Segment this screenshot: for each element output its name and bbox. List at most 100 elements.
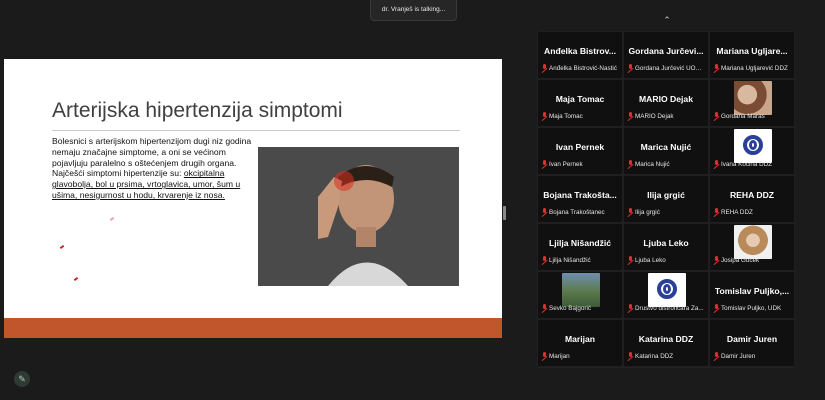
participant-footer: Mariana Ugljarević DDZ xyxy=(713,63,792,73)
participant-label: Gordana Jurčević UOSI... xyxy=(635,64,706,72)
participant-display-name: Ljilja Nišandžić xyxy=(548,238,612,248)
mic-muted-icon xyxy=(627,256,633,264)
participant-footer: Ljilja Nišandžić xyxy=(541,255,620,265)
participant-tile[interactable]: Marijan Marijan xyxy=(537,319,623,367)
participant-label: Ševko Bajgorić xyxy=(549,304,591,312)
participant-avatar xyxy=(734,81,772,115)
participant-tile[interactable]: Damir Juren Damir Juren xyxy=(709,319,795,367)
participant-display-name: Ivan Pernek xyxy=(555,142,605,152)
shared-slide: Arterijska hipertenzija simptomi Bolesni… xyxy=(4,59,502,338)
participant-avatar xyxy=(734,129,772,163)
annotate-button[interactable]: ✎ xyxy=(14,371,30,387)
mic-muted-icon xyxy=(541,208,547,216)
mic-muted-icon xyxy=(541,352,547,360)
participant-footer: Gordana Jurčević UOSI... xyxy=(627,63,706,73)
participant-label: Maja Tomac xyxy=(549,112,583,120)
participant-label: Ivan Pernek xyxy=(549,160,583,168)
participant-tile[interactable]: Anđelka Bistrov... Anđelka Bistrović-Nast… xyxy=(537,31,623,79)
participant-display-name: Ljuba Leko xyxy=(643,238,689,248)
mic-muted-icon xyxy=(713,208,719,216)
participant-tile[interactable]: MARIO Dejak MARIO Dejak xyxy=(623,79,709,127)
mic-muted-icon xyxy=(627,160,633,168)
participant-footer: Ivan Pernek xyxy=(541,159,620,169)
participant-label: Anđelka Bistrović-Nastić xyxy=(549,64,617,72)
participant-footer: Marijan xyxy=(541,351,620,361)
participant-footer: Ljuba Leko xyxy=(627,255,706,265)
participant-label: Josipa Guček xyxy=(721,256,760,264)
participant-tile[interactable]: Josipa Guček xyxy=(709,223,795,271)
participant-tile[interactable]: REHA DDZ REHA DDZ xyxy=(709,175,795,223)
participant-footer: Marica Nujić xyxy=(627,159,706,169)
mic-muted-icon xyxy=(627,64,633,72)
mic-muted-icon xyxy=(713,112,719,120)
collapse-gallery-button[interactable]: ⌃ xyxy=(661,14,673,26)
participant-tile[interactable]: Ševko Bajgorić xyxy=(537,271,623,319)
slide-body: Bolesnici s arterijskom hipertenzijom du… xyxy=(52,136,257,201)
split-resize-handle[interactable] xyxy=(503,206,506,220)
participant-label: Marica Nujić xyxy=(635,160,670,168)
participant-tile[interactable]: Gordana Maras xyxy=(709,79,795,127)
participant-label: REHA DDZ xyxy=(721,208,753,216)
participant-footer: Ivana Kočina DDZ xyxy=(713,159,792,169)
participant-display-name: Bojana Trakošta... xyxy=(543,190,617,200)
participant-tile[interactable]: Ivana Kočina DDZ xyxy=(709,127,795,175)
mic-muted-icon xyxy=(627,304,633,312)
participant-display-name: Ilija grgić xyxy=(647,190,685,200)
participant-footer: Katarina DDZ xyxy=(627,351,706,361)
title-divider xyxy=(52,130,460,131)
participant-tile[interactable]: Tomislav Puljko,... Tomislav Puljko, UDK xyxy=(709,271,795,319)
chevron-up-icon: ⌃ xyxy=(663,15,671,25)
participant-footer: Ilija grgić xyxy=(627,207,706,217)
mic-muted-icon xyxy=(541,112,547,120)
participant-footer: Maja Tomac xyxy=(541,111,620,121)
participant-label: Marijan xyxy=(549,352,570,360)
mic-muted-icon xyxy=(541,160,547,168)
participant-label: MARIO Dejak xyxy=(635,112,674,120)
participant-display-name: REHA DDZ xyxy=(729,190,775,200)
participant-footer: Drustvo distroficara Za... xyxy=(627,303,706,313)
participant-label: Drustvo distroficara Za... xyxy=(635,304,704,312)
participant-tile[interactable]: Ljilja Nišandžić Ljilja Nišandžić xyxy=(537,223,623,271)
slide-footer-bar xyxy=(4,318,502,338)
participant-display-name: Katarina DDZ xyxy=(638,334,694,344)
participant-footer: Anđelka Bistrović-Nastić xyxy=(541,63,620,73)
participant-tile[interactable]: Ilija grgić Ilija grgić xyxy=(623,175,709,223)
mic-muted-icon xyxy=(713,160,719,168)
slide-title: Arterijska hipertenzija simptomi xyxy=(52,99,343,122)
participant-tile[interactable]: Katarina DDZ Katarina DDZ xyxy=(623,319,709,367)
speaking-indicator: dr. Vranješ is talking... xyxy=(370,0,457,21)
participant-label: Katarina DDZ xyxy=(635,352,674,360)
participant-display-name: Gordana Jurčevi... xyxy=(628,46,704,56)
participant-tile[interactable]: Mariana Ugljare... Mariana Ugljarević DDZ xyxy=(709,31,795,79)
participant-label: Gordana Maras xyxy=(721,112,765,120)
participant-tile[interactable]: Ivan Pernek Ivan Pernek xyxy=(537,127,623,175)
mic-muted-icon xyxy=(541,256,547,264)
participant-tile[interactable]: Gordana Jurčevi... Gordana Jurčević UOSI.… xyxy=(623,31,709,79)
participant-label: Ljilja Nišandžić xyxy=(549,256,591,264)
mic-muted-icon xyxy=(713,304,719,312)
mic-muted-icon xyxy=(713,256,719,264)
participant-footer: Bojana Trakoštanec xyxy=(541,207,620,217)
participant-display-name: Tomislav Puljko,... xyxy=(714,286,790,296)
participant-display-name: MARIO Dejak xyxy=(639,94,693,104)
mic-muted-icon xyxy=(541,304,547,312)
participant-tile[interactable]: Bojana Trakošta... Bojana Trakoštanec xyxy=(537,175,623,223)
mic-muted-icon xyxy=(713,352,719,360)
participant-tile[interactable]: Maja Tomac Maja Tomac xyxy=(537,79,623,127)
participant-label: Mariana Ugljarević DDZ xyxy=(721,64,788,72)
participant-label: Damir Juren xyxy=(721,352,756,360)
participant-footer: Ševko Bajgorić xyxy=(541,303,620,313)
mic-muted-icon xyxy=(627,208,633,216)
participant-tile[interactable]: Marica Nujić Marica Nujić xyxy=(623,127,709,175)
participant-display-name: Damir Juren xyxy=(726,334,778,344)
participant-label: Ivana Kočina DDZ xyxy=(721,160,773,168)
headache-photo xyxy=(258,147,459,286)
participant-gallery: Anđelka Bistrov... Anđelka Bistrović-Nast… xyxy=(537,31,795,368)
mic-muted-icon xyxy=(627,112,633,120)
participant-display-name: Marica Nujić xyxy=(640,142,692,152)
participant-tile[interactable]: Drustvo distroficara Za... xyxy=(623,271,709,319)
participant-display-name: Mariana Ugljare... xyxy=(716,46,788,56)
participant-label: Tomislav Puljko, UDK xyxy=(721,304,782,312)
participant-tile[interactable]: Ljuba Leko Ljuba Leko xyxy=(623,223,709,271)
participant-footer: Tomislav Puljko, UDK xyxy=(713,303,792,313)
